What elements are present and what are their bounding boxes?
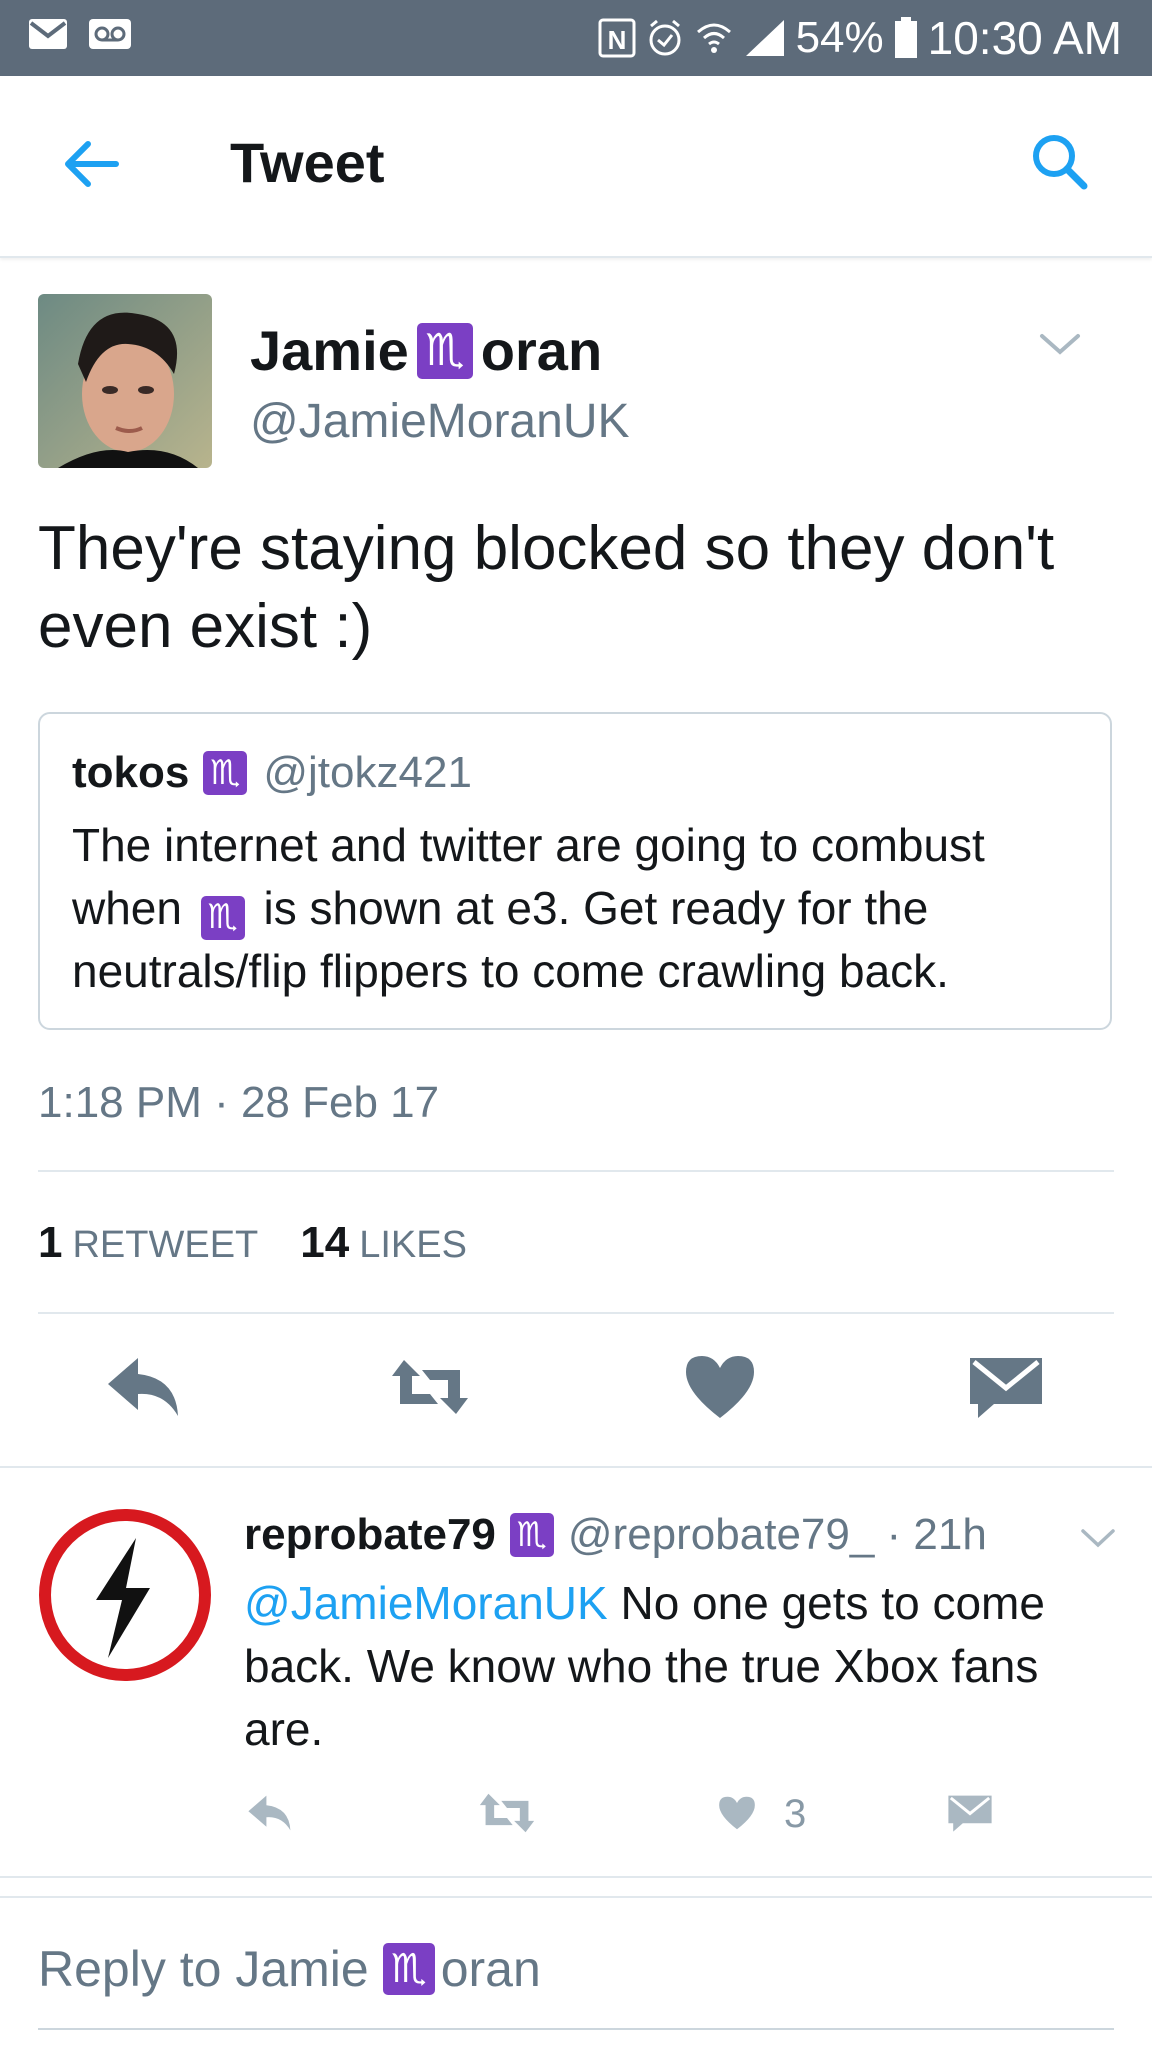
tweet-actions [0,1352,1152,1432]
reply-input[interactable]: Reply to Jamie ♏ oran [38,1940,541,1998]
voicemail-icon [89,19,131,49]
reply-input-underline [38,2028,1114,2030]
author-name[interactable]: Jamie ♏ oran [250,318,602,383]
direct-message-icon[interactable] [966,1352,1046,1422]
arrow-left-icon[interactable] [60,132,124,196]
divider [0,1876,1152,1878]
tweet-stats: 1 RETWEET 14 LIKES [38,1218,467,1268]
clock: 10:30 AM [927,12,1122,64]
divider [0,1896,1152,1898]
likes-count: 14 [300,1218,350,1267]
page-title: Tweet [230,131,385,194]
quote-author-name: tokos [72,748,190,797]
chevron-down-icon[interactable] [1080,1526,1116,1550]
reply-mention[interactable]: @JamieMoranUK [244,1577,608,1629]
avatar[interactable] [38,294,212,468]
heart-icon[interactable] [680,1352,760,1422]
wifi-icon [696,23,731,53]
author-name-first: Jamie [250,319,409,382]
mail-icon [29,19,67,49]
quote-text: The internet and twitter are going to co… [72,814,1082,1003]
scorpio-glyph: ♏ [382,1943,435,1995]
reply-avatar[interactable] [38,1508,212,1682]
scorpio-glyph: ♏ [200,895,245,940]
reply-actions: 3 [0,1788,1152,1848]
reply-text: @JamieMoranUK No one gets to come back. … [244,1572,1104,1761]
reply-input-placeholder-prefix: Reply to Jamie [38,1941,369,1997]
reply-icon[interactable] [246,1788,294,1838]
nfc-icon: N [598,18,636,58]
reply-input-placeholder-suffix: oran [440,1941,541,1997]
scorpio-glyph: ♏ [509,1513,554,1557]
divider [0,1466,1152,1468]
tweet-text: They're staying blocked so they don't ev… [38,514,1055,661]
retweet-label: RETWEET [72,1224,259,1266]
likes-stat[interactable]: 14 LIKES [300,1218,467,1268]
divider [38,1312,1114,1314]
reply-author-name[interactable]: reprobate79 [244,1510,496,1560]
reply-header: reprobate79 ♏ @reprobate79_ · 21h [244,1510,987,1560]
search-icon[interactable] [1028,130,1092,194]
retweet-stat[interactable]: 1 RETWEET [38,1218,258,1268]
battery-percent: 54% [795,13,884,62]
quoted-tweet[interactable]: tokos ♏ @jtokz421 The internet and twitt… [38,712,1112,1030]
direct-message-icon[interactable] [946,1788,994,1838]
author-name-last: oran [480,319,603,382]
quote-author-handle: @jtokz421 [263,748,472,797]
scorpio-glyph: ♏ [203,751,248,795]
system-icons: N 54% 10:30 AM [598,10,1122,66]
divider [38,1170,1114,1172]
app-header: Tweet [0,76,1152,258]
signal-icon [745,20,784,56]
reply-handle-time: @reprobate79_ · 21h [567,1510,987,1559]
quote-header: tokos ♏ @jtokz421 [72,748,472,798]
reply-icon[interactable] [104,1352,184,1422]
tweet-timestamp: 1:18 PM · 28 Feb 17 [38,1078,440,1127]
notification-icons [28,18,132,50]
retweet-count: 1 [38,1218,63,1267]
author-handle[interactable]: @JamieMoranUK [250,394,630,449]
retweet-icon[interactable] [478,1788,536,1838]
retweet-icon[interactable] [390,1352,470,1422]
chevron-down-icon[interactable] [1038,330,1082,358]
svg-text:N: N [607,25,626,55]
reply-like-count: 3 [784,1792,807,1836]
status-bar: N 54% 10:30 AM [0,0,1152,76]
likes-label: LIKES [359,1224,467,1266]
scorpio-glyph: ♏ [416,322,473,379]
heart-icon[interactable] [716,1788,758,1838]
alarm-icon [649,19,681,56]
battery-icon [894,17,917,58]
